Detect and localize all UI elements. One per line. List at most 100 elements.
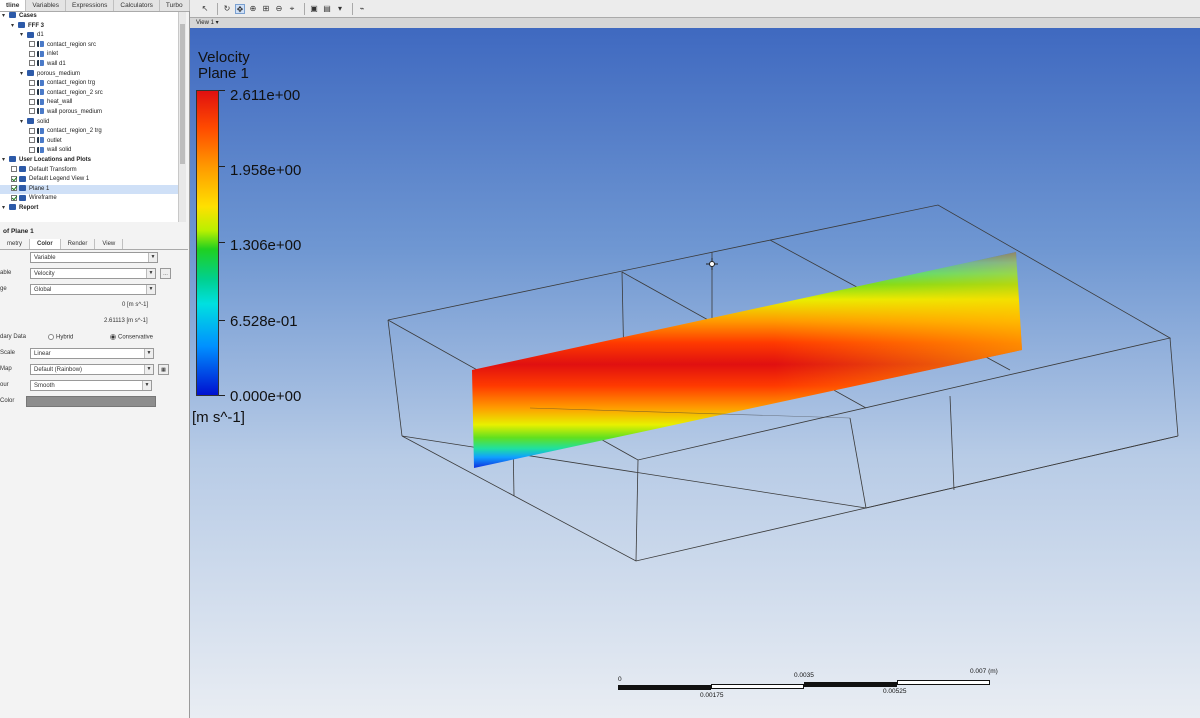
tab-turbo[interactable]: Turbo xyxy=(160,0,190,11)
visibility-checkbox[interactable] xyxy=(29,41,35,48)
variable-browse-button[interactable]: … xyxy=(160,268,171,279)
undef-select[interactable]: Smooth ▼ xyxy=(30,380,152,391)
expand-icon[interactable]: ▾ xyxy=(20,31,27,41)
tree-item[interactable]: inlet xyxy=(0,50,186,60)
tree-item[interactable]: ▾ solid xyxy=(0,117,186,128)
new-window-icon[interactable]: ▣ xyxy=(309,4,319,14)
boundary-icon xyxy=(37,50,44,57)
expand-icon[interactable]: ▾ xyxy=(20,118,27,128)
visibility-checkbox[interactable] xyxy=(29,50,35,57)
boundary-icon xyxy=(37,79,44,86)
tree-item[interactable]: wall solid xyxy=(0,146,186,156)
expand-icon[interactable]: ▾ xyxy=(2,156,9,166)
variable-select[interactable]: Velocity ▼ xyxy=(30,268,156,279)
expand-icon[interactable]: ▾ xyxy=(20,70,27,80)
tab-expressions[interactable]: Expressions xyxy=(66,0,115,11)
probe-icon[interactable]: ⌁ xyxy=(357,4,367,14)
tree-item[interactable]: wall d1 xyxy=(0,60,186,70)
boundary-icon xyxy=(37,41,44,48)
dropdown-icon[interactable]: ▾ xyxy=(335,4,345,14)
object-icon xyxy=(19,194,26,201)
tree-item[interactable]: ▾ User Locations and Plots xyxy=(0,156,186,166)
tree-item[interactable]: contact_region src xyxy=(0,41,186,51)
radio-icon xyxy=(110,334,116,340)
tree-item-label: Default Transform xyxy=(29,166,77,173)
expand-icon[interactable]: ▾ xyxy=(2,12,9,22)
view-selector[interactable]: View 1 ▾ xyxy=(190,18,1200,28)
tree-item[interactable]: ▾ porous_medium xyxy=(0,69,186,80)
scale-select[interactable]: Linear ▼ xyxy=(30,348,154,359)
tree-item[interactable]: contact_region trg xyxy=(0,79,186,89)
fit-view-icon[interactable]: ⌖ xyxy=(287,4,297,14)
select-icon[interactable]: ↖ xyxy=(200,4,210,14)
visibility-checkbox[interactable] xyxy=(29,108,35,115)
visibility-checkbox[interactable] xyxy=(29,60,35,67)
visibility-checkbox[interactable] xyxy=(11,185,17,192)
scale-segment xyxy=(804,682,897,687)
tree-item[interactable]: Default Legend View 1 xyxy=(0,175,186,185)
details-panel: of Plane 1 metry Color Render View Varia… xyxy=(0,226,188,410)
tree-item[interactable]: outlet xyxy=(0,137,186,147)
tree-item[interactable]: contact_region_2 trg xyxy=(0,127,186,137)
legend-label-3: 1.958e+00 xyxy=(230,162,302,179)
conservative-radio[interactable]: Conservative xyxy=(110,334,153,341)
visibility-checkbox[interactable] xyxy=(29,137,35,144)
tree-item[interactable]: heat_wall xyxy=(0,98,186,108)
tab-calculators[interactable]: Calculators xyxy=(114,0,160,11)
tree-item[interactable]: ▾ Cases xyxy=(0,12,186,22)
tab-geometry[interactable]: metry xyxy=(0,239,30,249)
tree-item[interactable]: Wireframe xyxy=(0,194,186,204)
pan-icon[interactable]: ✥ xyxy=(235,3,245,14)
chevron-down-icon: ▼ xyxy=(146,285,155,294)
mode-select[interactable]: Variable ▼ xyxy=(30,252,158,263)
tree-item[interactable]: ▾ d1 xyxy=(0,31,186,41)
visibility-checkbox[interactable] xyxy=(29,146,35,153)
zoom-box-icon[interactable]: ⊞ xyxy=(261,4,271,14)
visibility-checkbox[interactable] xyxy=(29,127,35,134)
visibility-checkbox[interactable] xyxy=(11,165,17,172)
tree-item[interactable]: Default Transform xyxy=(0,165,186,176)
tab-render[interactable]: Render xyxy=(61,239,96,249)
colormap-select[interactable]: Default (Rainbow) ▼ xyxy=(30,364,154,375)
tab-color[interactable]: Color xyxy=(30,239,61,249)
tree-item[interactable]: contact_region_2 src xyxy=(0,89,186,99)
folder-icon xyxy=(9,204,16,211)
tree-item-label: contact_region_2 src xyxy=(47,89,103,96)
view-name: View 1 xyxy=(196,20,214,26)
visibility-checkbox[interactable] xyxy=(11,194,17,201)
expand-icon[interactable]: ▾ xyxy=(11,22,18,32)
colormap-edit-button[interactable]: ▦ xyxy=(158,364,169,375)
expand-icon[interactable]: ▾ xyxy=(2,204,9,214)
range-select[interactable]: Global ▼ xyxy=(30,284,156,295)
tree-item-label: FFF 3 xyxy=(28,22,44,29)
legend-colorbar xyxy=(196,90,219,396)
visibility-checkbox[interactable] xyxy=(29,79,35,86)
tree-scrollbar[interactable] xyxy=(178,12,186,222)
chevron-down-icon: ▼ xyxy=(144,365,153,374)
tab-view[interactable]: View xyxy=(95,239,124,249)
chevron-down-icon: ▼ xyxy=(144,349,153,358)
tree-item[interactable]: ▾ Report xyxy=(0,204,186,214)
scale-row: Scale Linear ▼ xyxy=(0,346,188,362)
visibility-checkbox[interactable] xyxy=(29,98,35,105)
tree-item-label: contact_region_2 trg xyxy=(47,128,102,135)
tab-variables[interactable]: Variables xyxy=(26,0,66,11)
tree-scrollbar-thumb[interactable] xyxy=(180,24,185,164)
zoom-out-icon[interactable]: ⊖ xyxy=(274,4,284,14)
layout-icon[interactable]: ▤ xyxy=(322,4,332,14)
undef-color-swatch[interactable] xyxy=(26,396,156,407)
tree-item[interactable]: ▾ FFF 3 xyxy=(0,22,186,32)
tree-item[interactable]: Plane 1 xyxy=(0,184,186,195)
visibility-checkbox[interactable] xyxy=(29,89,35,96)
tree-item[interactable]: wall porous_medium xyxy=(0,108,186,118)
scale-label-q1: 0.00175 xyxy=(700,692,724,699)
scale-bar: 0 0.0035 0.007 (m) 0.00175 0.00525 xyxy=(618,668,998,708)
rotate-icon[interactable]: ↻ xyxy=(222,4,232,14)
min-row: 0 [m s^-1] xyxy=(0,298,188,314)
zoom-icon[interactable]: ⊕ xyxy=(248,4,258,14)
hybrid-radio[interactable]: Hybrid xyxy=(48,334,73,341)
3d-viewport[interactable]: Velocity Plane 1 2.611e+00 1.958e+00 1.3… xyxy=(190,28,1200,718)
visibility-checkbox[interactable] xyxy=(11,175,17,182)
tab-outline[interactable]: tline xyxy=(0,0,27,11)
legend-label-2: 1.306e+00 xyxy=(230,237,302,254)
